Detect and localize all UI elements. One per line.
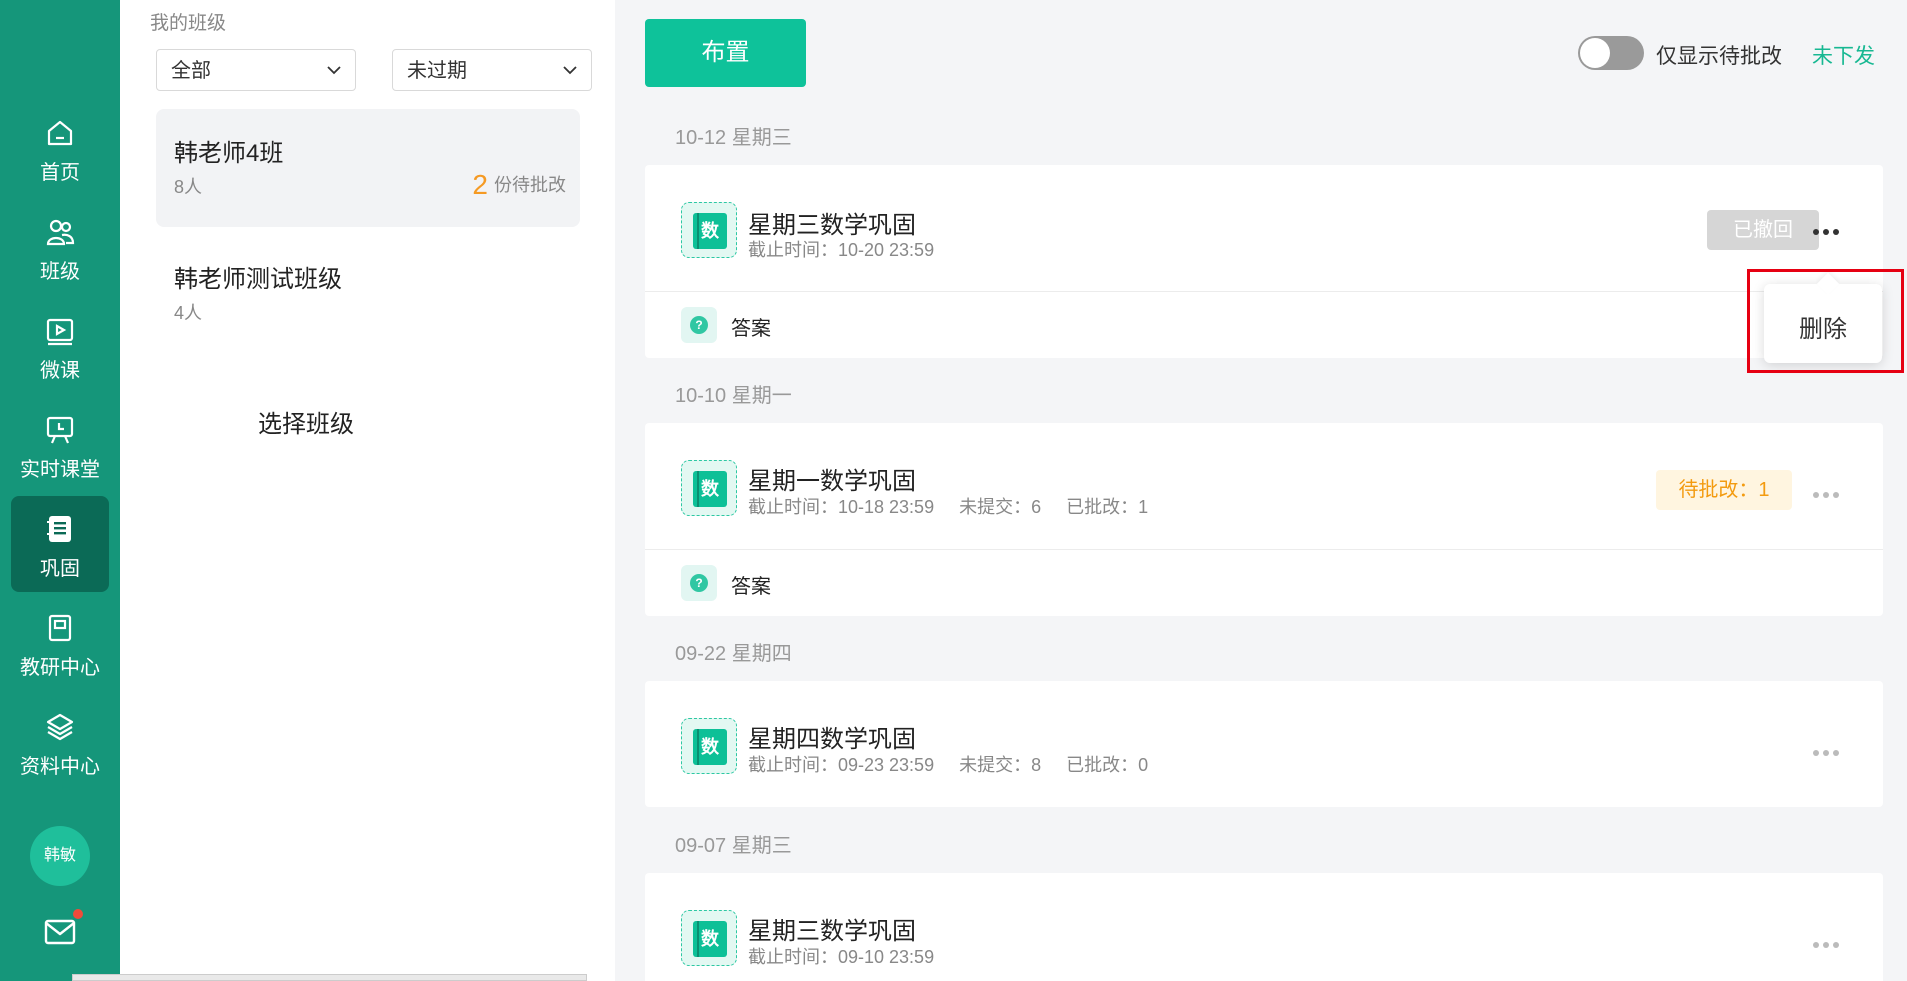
nav-item-microclass[interactable]: 微课 [11,298,109,394]
nav-item-home[interactable]: 首页 [11,100,109,196]
card-head: 数 星期三数学巩固 截止时间：09-10 23:59 [645,873,1883,981]
classroom-icon [46,416,74,444]
undelivered-link[interactable]: 未下发 [1812,40,1875,70]
horizontal-scrollbar[interactable] [72,974,587,981]
class-card[interactable]: 韩老师测试班级 4人 [156,235,580,353]
scope-select[interactable]: 全部 [156,49,356,91]
class-count: 8人 [174,177,203,197]
home-icon [47,120,73,146]
book-icon [48,614,72,642]
nav-item-resources[interactable]: 资料中心 [11,694,109,790]
assignment-meta: 截止时间：09-23 23:59 未提交：8 已批改：0 [748,755,1149,775]
assignment-card[interactable]: 数 星期四数学巩固 截止时间：09-23 23:59 未提交：8 已批改：0 [645,681,1883,807]
nav-item-consolidate[interactable]: 巩固 [11,496,109,592]
avatar[interactable]: 韩敏 [30,826,90,886]
more-icon[interactable] [1811,222,1847,235]
users-icon [46,219,75,246]
date-header: 09-22 星期四 [675,643,792,665]
answer-label: 答案 [731,576,771,598]
assignment-meta: 截止时间：09-10 23:59 [748,947,935,967]
card-head: 数 星期四数学巩固 截止时间：09-23 23:59 未提交：8 已批改：0 [645,681,1883,807]
question-icon [681,565,717,601]
assignment-title: 星期一数学巩固 [748,468,916,495]
subject-glyph: 数 [693,921,727,957]
more-icon[interactable] [1811,935,1847,948]
date-header: 10-10 星期一 [675,385,792,407]
class-name: 韩老师测试班级 [174,266,342,293]
math-subject-icon: 数 [681,460,737,516]
mail-icon[interactable] [44,918,76,946]
pending-only-label: 仅显示待批改 [1656,45,1782,68]
subject-glyph: 数 [693,213,727,249]
nav-label-live: 实时课堂 [20,459,100,481]
status-select-value: 未过期 [407,60,467,82]
my-classes-title: 我的班级 [150,13,227,34]
card-head: 数 星期三数学巩固 截止时间：10-20 23:59 已撤回 [645,165,1883,291]
revoked-badge: 已撤回 [1707,210,1819,250]
math-subject-icon: 数 [681,718,737,774]
nav-item-class[interactable]: 班级 [11,199,109,295]
nav-label-home: 首页 [40,162,80,184]
assignment-list: 布置 仅显示待批改 未下发 10-12 星期三 数 星期三数学巩固 截止时间：1… [615,0,1907,981]
class-count: 4人 [174,303,203,323]
class-panel: 我的班级 全部 未过期 韩老师4班 8人 2 份待批改 韩老师测试班级 4人 选择… [120,0,615,981]
pending-number: 2 [472,169,488,200]
class-name: 韩老师4班 [174,140,284,167]
status-select[interactable]: 未过期 [392,49,592,91]
notebook-icon [47,516,71,542]
chevron-down-icon [327,66,341,75]
subject-glyph: 数 [693,471,727,507]
layers-icon [46,713,74,741]
assignment-title: 星期四数学巩固 [748,726,916,753]
nav-label-microclass: 微课 [40,360,80,382]
assignment-card[interactable]: 数 星期三数学巩固 截止时间：10-20 23:59 已撤回 答案 [645,165,1883,358]
pending-count: 2 份待批改 [472,169,566,201]
video-icon [46,318,74,346]
answer-row[interactable]: 答案 [645,291,1883,357]
card-head: 数 星期一数学巩固 截止时间：10-18 23:59 未提交：6 已批改：1 待… [645,423,1883,549]
math-subject-icon: 数 [681,202,737,258]
date-header: 09-07 星期三 [675,835,792,857]
answer-label: 答案 [731,318,771,340]
scope-select-value: 全部 [171,60,211,82]
math-subject-icon: 数 [681,910,737,966]
question-icon [681,307,717,343]
subject-glyph: 数 [693,729,727,765]
pending-only-toggle[interactable] [1578,36,1644,70]
pending-label: 份待批改 [494,175,566,195]
assignment-meta: 截止时间：10-20 23:59 [748,240,935,260]
more-icon[interactable] [1811,743,1847,756]
assignment-card[interactable]: 数 星期一数学巩固 截止时间：10-18 23:59 未提交：6 已批改：1 待… [645,423,1883,616]
more-icon[interactable] [1811,485,1847,498]
assignment-title: 星期三数学巩固 [748,918,916,945]
left-nav: 首页 班级 微课 实时课堂 巩固 教研中心 资料中心 韩敏 [0,0,120,981]
answer-row[interactable]: 答案 [645,549,1883,615]
date-header: 10-12 星期三 [675,127,792,149]
nav-label-consolidate: 巩固 [40,558,80,580]
select-class-hint: 选择班级 [258,411,354,438]
assignment-card[interactable]: 数 星期三数学巩固 截止时间：09-10 23:59 [645,873,1883,981]
assignment-meta: 截止时间：10-18 23:59 未提交：6 已批改：1 [748,497,1149,517]
nav-item-live[interactable]: 实时课堂 [11,397,109,493]
nav-item-research[interactable]: 教研中心 [11,595,109,691]
notification-dot [73,909,83,919]
pending-badge[interactable]: 待批改：1 [1656,470,1792,510]
chevron-down-icon [563,66,577,75]
nav-label-research: 教研中心 [20,657,100,679]
assign-button[interactable]: 布置 [645,19,806,87]
nav-label-resources: 资料中心 [20,756,100,778]
class-card[interactable]: 韩老师4班 8人 2 份待批改 [156,109,580,227]
highlight-box [1747,269,1904,373]
assignment-title: 星期三数学巩固 [748,212,916,239]
nav-label-class: 班级 [40,261,80,283]
